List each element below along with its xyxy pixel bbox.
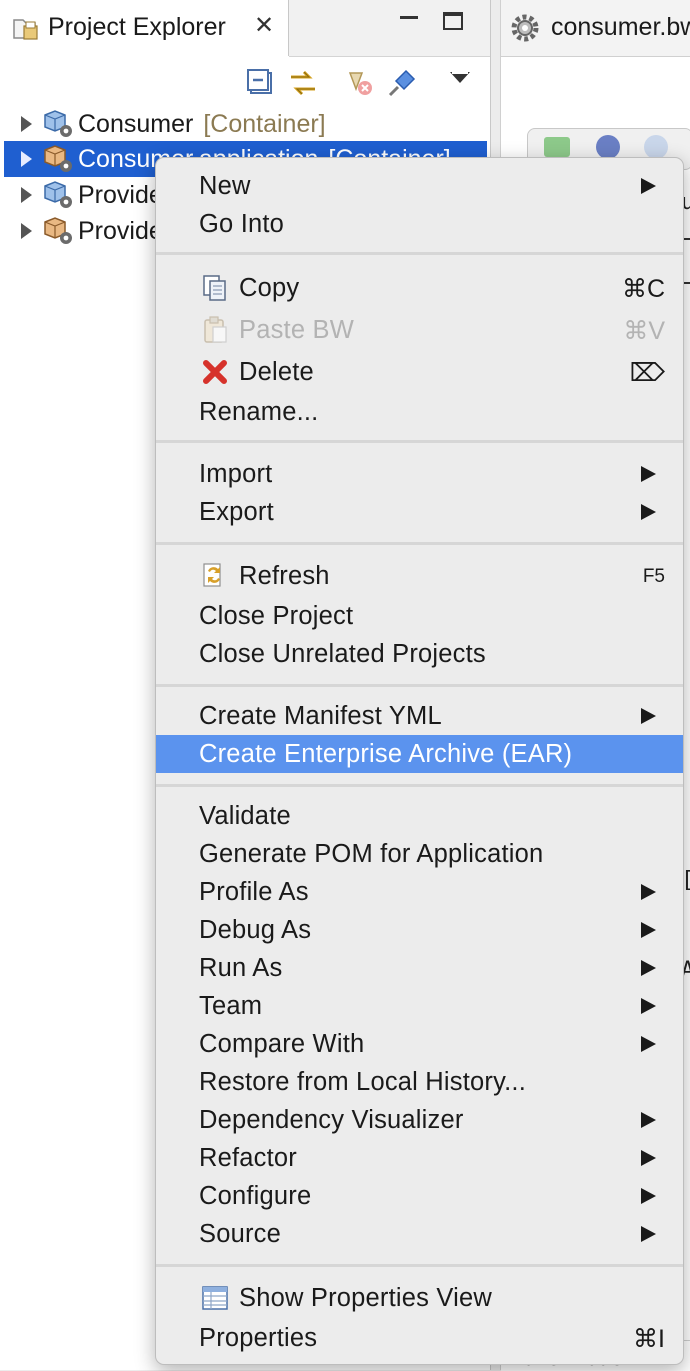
menu-item-configure[interactable]: Configure — [156, 1177, 683, 1215]
submenu-arrow-icon — [641, 1112, 656, 1128]
menu-item-debug-as[interactable]: Debug As — [156, 911, 683, 949]
menu-item-dependency-visualizer[interactable]: Dependency Visualizer — [156, 1101, 683, 1139]
menu-item-create-manifest-yml[interactable]: Create Manifest YML — [156, 697, 683, 735]
menu-item-import[interactable]: Import — [156, 455, 683, 493]
view-title: Project Explorer — [48, 13, 226, 41]
maximize-button[interactable] — [443, 12, 463, 30]
submenu-arrow-icon — [641, 504, 656, 520]
editor-tab-title: consumer.bwp — [551, 13, 690, 41]
project-icon — [44, 181, 72, 208]
menu-separator — [156, 252, 683, 255]
menu-separator — [156, 1264, 683, 1267]
menu-item-source[interactable]: Source — [156, 1215, 683, 1253]
submenu-arrow-icon — [641, 998, 656, 1014]
info-icon[interactable] — [596, 135, 620, 159]
run-icon[interactable] — [544, 137, 570, 157]
menu-item-close-unrelated-projects[interactable]: Close Unrelated Projects — [156, 635, 683, 673]
submenu-arrow-icon — [641, 1226, 656, 1242]
submenu-arrow-icon — [641, 178, 656, 194]
project-label: Consumer [Container] — [78, 110, 326, 138]
menu-separator — [156, 784, 683, 787]
menu-separator — [156, 684, 683, 687]
filter-icon[interactable] — [344, 67, 376, 99]
submenu-arrow-icon — [641, 708, 656, 724]
expand-arrow-icon[interactable] — [21, 116, 32, 132]
link-with-editor-icon[interactable] — [287, 67, 319, 99]
menu-item-team[interactable]: Team — [156, 987, 683, 1025]
menu-item-delete[interactable]: Delete ⌦ — [156, 353, 683, 391]
submenu-arrow-icon — [641, 1150, 656, 1166]
properties-view-icon — [202, 1286, 228, 1310]
submenu-arrow-icon — [641, 922, 656, 938]
editor-divider — [683, 282, 690, 284]
submenu-arrow-icon — [641, 1188, 656, 1204]
gear-icon — [511, 14, 539, 42]
submenu-arrow-icon — [641, 960, 656, 976]
collapse-all-icon[interactable] — [245, 67, 277, 99]
application-project-icon — [44, 217, 72, 244]
menu-item-run-as[interactable]: Run As — [156, 949, 683, 987]
menu-item-create-ear[interactable]: Create Enterprise Archive (EAR) — [156, 735, 683, 773]
menu-item-close-project[interactable]: Close Project — [156, 597, 683, 635]
delete-icon — [203, 360, 227, 384]
tab-project-explorer[interactable]: Project Explorer ✕ — [0, 0, 289, 56]
paste-icon — [204, 316, 227, 343]
application-project-icon — [44, 145, 72, 172]
pin-icon[interactable] — [386, 67, 418, 99]
menu-item-generate-pom[interactable]: Generate POM for Application — [156, 835, 683, 873]
menu-item-properties[interactable]: Properties ⌘I — [156, 1319, 683, 1357]
menu-item-validate[interactable]: Validate — [156, 797, 683, 835]
menu-item-refactor[interactable]: Refactor — [156, 1139, 683, 1177]
view-tab-strip — [289, 0, 490, 57]
submenu-arrow-icon — [641, 1036, 656, 1052]
menu-item-show-properties-view[interactable]: Show Properties View — [156, 1279, 683, 1317]
menu-item-go-into[interactable]: Go Into — [156, 205, 683, 243]
submenu-arrow-icon — [641, 884, 656, 900]
menu-item-profile-as[interactable]: Profile As — [156, 873, 683, 911]
tree-row[interactable]: Consumer [Container] — [0, 106, 487, 142]
editor-divider — [683, 238, 690, 240]
menu-item-rename[interactable]: Rename... — [156, 393, 683, 431]
menu-item-export[interactable]: Export — [156, 493, 683, 531]
project-icon — [44, 110, 72, 137]
minimize-button[interactable] — [398, 10, 420, 32]
editor-tab[interactable]: consumer.bwp — [501, 0, 690, 57]
menu-item-compare-with[interactable]: Compare With — [156, 1025, 683, 1063]
copy-icon — [203, 275, 226, 301]
submenu-arrow-icon — [641, 466, 656, 482]
menu-item-new[interactable]: New — [156, 167, 683, 205]
context-menu: New Go Into Copy ⌘C Paste BW ⌘V Delete ⌦… — [155, 157, 684, 1365]
expand-arrow-icon[interactable] — [21, 223, 32, 239]
close-icon[interactable]: ✕ — [254, 12, 274, 40]
menu-separator — [156, 542, 683, 545]
menu-item-refresh[interactable]: Refresh F5 — [156, 557, 683, 595]
menu-item-paste-bw[interactable]: Paste BW ⌘V — [156, 311, 683, 349]
menu-item-restore-local-history[interactable]: Restore from Local History... — [156, 1063, 683, 1101]
refresh-icon — [203, 563, 221, 587]
expand-arrow-icon[interactable] — [21, 187, 32, 203]
expand-arrow-icon[interactable] — [21, 151, 32, 167]
menu-item-copy[interactable]: Copy ⌘C — [156, 269, 683, 307]
globe-icon[interactable] — [644, 135, 668, 159]
menu-separator — [156, 440, 683, 443]
folder-icon — [13, 19, 38, 40]
view-menu-icon[interactable] — [450, 71, 470, 83]
